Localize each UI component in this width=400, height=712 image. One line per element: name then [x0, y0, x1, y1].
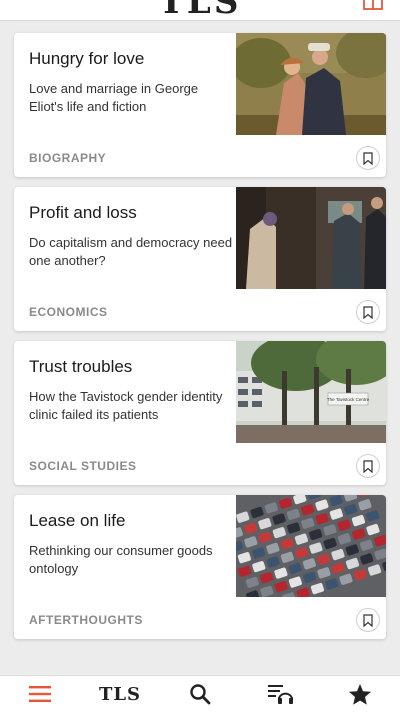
article-title[interactable]: Hungry for love	[29, 49, 234, 69]
tab-audio[interactable]	[240, 676, 320, 712]
bookmark-icon	[363, 305, 373, 319]
article-image[interactable]: The Tavistock Centre	[236, 341, 386, 443]
menu-icon	[29, 686, 51, 702]
bookmark-button[interactable]	[356, 300, 380, 324]
star-icon	[349, 684, 371, 705]
gift-icon[interactable]	[362, 0, 384, 15]
article-card[interactable]: Profit and loss Do capitalism and democr…	[14, 187, 386, 331]
article-description: Love and marriage in George Eliot's life…	[29, 81, 199, 114]
article-image[interactable]	[236, 495, 386, 597]
tls-tab-label: TLS	[98, 683, 142, 705]
article-category[interactable]: BIOGRAPHY	[29, 151, 106, 165]
tls-logo[interactable]: TLS	[0, 0, 400, 20]
article-category[interactable]: ECONOMICS	[29, 305, 108, 319]
bookmark-icon	[363, 459, 373, 473]
tab-menu[interactable]	[0, 676, 80, 712]
bookmark-button[interactable]	[356, 608, 380, 632]
article-title[interactable]: Profit and loss	[29, 203, 234, 223]
bottom-tab-bar: TLS	[0, 675, 400, 712]
tab-favourites[interactable]	[320, 676, 400, 712]
playlist-headphones-icon	[268, 685, 293, 704]
tab-search[interactable]	[160, 676, 240, 712]
article-card[interactable]: Lease on life Rethinking our consumer go…	[14, 495, 386, 639]
article-title[interactable]: Trust troubles	[29, 357, 234, 377]
article-title[interactable]: Lease on life	[29, 511, 234, 531]
search-icon	[190, 684, 211, 705]
image-sign-text: The Tavistock Centre	[327, 397, 370, 402]
tab-home[interactable]: TLS	[80, 676, 160, 712]
bookmark-icon	[363, 613, 373, 627]
article-feed: Hungry for love Love and marriage in Geo…	[14, 33, 386, 649]
article-category[interactable]: SOCIAL STUDIES	[29, 459, 136, 473]
article-description: Rethinking our consumer goods ontology	[29, 543, 213, 576]
article-description: Do capitalism and democracy need one ano…	[29, 235, 233, 268]
bookmark-button[interactable]	[356, 146, 380, 170]
app-header: TLS	[0, 0, 400, 21]
article-image[interactable]	[236, 187, 386, 289]
article-description: How the Tavistock gender identity clinic…	[29, 389, 223, 422]
article-image[interactable]	[236, 33, 386, 135]
article-card[interactable]: Hungry for love Love and marriage in Geo…	[14, 33, 386, 177]
article-card[interactable]: Trust troubles How the Tavistock gender …	[14, 341, 386, 485]
article-category[interactable]: AFTERTHOUGHTS	[29, 613, 143, 627]
bookmark-icon	[363, 151, 373, 165]
bookmark-button[interactable]	[356, 454, 380, 478]
